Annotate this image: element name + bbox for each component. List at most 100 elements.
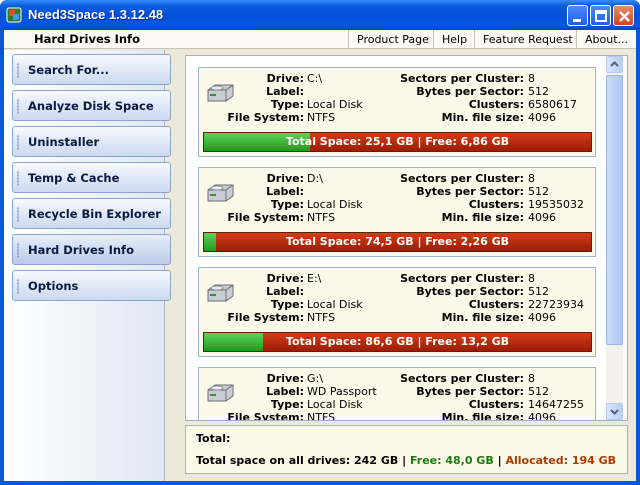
drive-type: Local Disk bbox=[307, 398, 363, 411]
space-usage-text: Total Space: 74,5 GB | Free: 2,26 GB bbox=[285, 235, 510, 248]
bytes-key: Bytes per Sector: bbox=[416, 385, 524, 398]
sidebar: Search For... Analyze Disk Space Uninsta… bbox=[4, 50, 171, 481]
menu-product-page[interactable]: Product Page bbox=[348, 30, 437, 49]
clusters-key: Clusters: bbox=[468, 298, 524, 311]
grip-icon bbox=[17, 63, 19, 78]
space-usage-text: Total Space: 86,6 GB | Free: 13,2 GB bbox=[285, 335, 510, 348]
bytes-key: Bytes per Sector: bbox=[416, 85, 524, 98]
sectors-key: Sectors per Cluster: bbox=[400, 372, 524, 385]
clusters-key: Clusters: bbox=[468, 98, 524, 111]
sidebar-item-analyze-disk-space[interactable]: Analyze Disk Space bbox=[12, 90, 171, 121]
type-key: Type: bbox=[270, 298, 304, 311]
sidebar-item-temp-cache[interactable]: Temp & Cache bbox=[12, 162, 171, 193]
clusters-value: 19535032 bbox=[528, 198, 584, 211]
grip-icon bbox=[17, 279, 19, 294]
menu-about[interactable]: About... bbox=[576, 30, 636, 49]
client-area: Hard Drives Info Product Page Help Featu… bbox=[4, 30, 636, 481]
minsize-key: Min. file size: bbox=[441, 411, 524, 421]
space-usage-bar: Total Space: 86,6 GB | Free: 13,2 GB bbox=[203, 332, 592, 352]
bytes-key: Bytes per Sector: bbox=[416, 285, 524, 298]
sidebar-item-options[interactable]: Options bbox=[12, 270, 171, 301]
type-key: Type: bbox=[270, 198, 304, 211]
minsize-value: 4096 bbox=[528, 311, 556, 324]
drive-filesystem: NTFS bbox=[307, 111, 336, 124]
minsize-key: Min. file size: bbox=[441, 311, 524, 324]
grip-icon bbox=[17, 207, 19, 222]
clusters-value: 14647255 bbox=[528, 398, 584, 411]
drive-label-key: Drive: bbox=[266, 372, 304, 385]
sidebar-item-search[interactable]: Search For... bbox=[12, 54, 171, 85]
title-bar[interactable]: Need3Space 1.3.12.48 bbox=[0, 0, 640, 30]
minsize-value: 4096 bbox=[528, 211, 556, 224]
drive-card: Drive: G:\ Label: WD Passport Type: Loca… bbox=[198, 367, 596, 421]
sidebar-item-label: Temp & Cache bbox=[28, 171, 120, 185]
drive-letter: D:\ bbox=[307, 172, 323, 185]
clusters-key: Clusters: bbox=[468, 198, 524, 211]
type-key: Type: bbox=[270, 398, 304, 411]
drive-filesystem: NTFS bbox=[307, 311, 336, 324]
minsize-value: 4096 bbox=[528, 411, 556, 421]
total-space-text: Total space on all drives: 242 GB bbox=[196, 454, 399, 467]
hard-drive-icon bbox=[207, 184, 234, 202]
sectors-value: 8 bbox=[528, 372, 535, 385]
sidebar-item-recycle-bin-explorer[interactable]: Recycle Bin Explorer bbox=[12, 198, 171, 229]
filesystem-key: File System: bbox=[227, 411, 304, 421]
filesystem-key: File System: bbox=[227, 111, 304, 124]
scroll-up-button[interactable] bbox=[606, 56, 623, 73]
bytes-value: 512 bbox=[528, 85, 549, 98]
scroll-thumb[interactable] bbox=[606, 75, 623, 345]
grip-icon bbox=[17, 99, 19, 114]
label-key: Label: bbox=[266, 285, 304, 298]
drive-letter: G:\ bbox=[307, 372, 323, 385]
close-button[interactable] bbox=[613, 5, 634, 26]
drive-type: Local Disk bbox=[307, 298, 363, 311]
clusters-value: 6580617 bbox=[528, 98, 577, 111]
hard-drive-icon bbox=[207, 84, 234, 102]
sectors-value: 8 bbox=[528, 72, 535, 85]
type-key: Type: bbox=[270, 98, 304, 111]
bytes-value: 512 bbox=[528, 285, 549, 298]
minsize-key: Min. file size: bbox=[441, 111, 524, 124]
minimize-icon bbox=[573, 19, 581, 22]
hard-drive-icon bbox=[207, 384, 234, 402]
drives-list: Drive: C:\ Label: Type: Local Disk File … bbox=[185, 55, 628, 421]
sectors-value: 8 bbox=[528, 272, 535, 285]
bytes-value: 512 bbox=[528, 385, 549, 398]
window-title: Need3Space 1.3.12.48 bbox=[28, 7, 164, 22]
menu-feature-request[interactable]: Feature Request bbox=[474, 30, 581, 49]
drive-letter: E:\ bbox=[307, 272, 322, 285]
menu-help[interactable]: Help bbox=[433, 30, 475, 49]
grip-icon bbox=[17, 243, 19, 258]
minimize-button[interactable] bbox=[567, 5, 588, 26]
drive-label-key: Drive: bbox=[266, 272, 304, 285]
sidebar-item-label: Analyze Disk Space bbox=[28, 99, 154, 113]
sidebar-item-label: Hard Drives Info bbox=[28, 243, 134, 257]
vertical-scrollbar[interactable] bbox=[606, 56, 623, 420]
space-usage-bar: Total Space: 25,1 GB | Free: 6,86 GB bbox=[203, 132, 592, 152]
filesystem-key: File System: bbox=[227, 311, 304, 324]
scroll-down-button[interactable] bbox=[606, 403, 623, 420]
maximize-button[interactable] bbox=[590, 5, 611, 26]
allocated-space-text: Allocated: 194 GB bbox=[505, 454, 617, 467]
drive-letter: C:\ bbox=[307, 72, 323, 85]
hard-drive-icon bbox=[207, 284, 234, 302]
sectors-key: Sectors per Cluster: bbox=[400, 172, 524, 185]
sidebar-item-label: Search For... bbox=[28, 63, 109, 77]
drive-label-key: Drive: bbox=[266, 172, 304, 185]
sectors-key: Sectors per Cluster: bbox=[400, 272, 524, 285]
scroll-down-icon bbox=[610, 409, 619, 415]
sidebar-item-hard-drives-info[interactable]: Hard Drives Info bbox=[12, 234, 171, 265]
free-space-text: Free: 48,0 GB bbox=[409, 454, 494, 467]
sidebar-item-label: Uninstaller bbox=[28, 135, 100, 149]
sectors-key: Sectors per Cluster: bbox=[400, 72, 524, 85]
label-key: Label: bbox=[266, 385, 304, 398]
grip-icon bbox=[17, 135, 19, 150]
sidebar-item-uninstaller[interactable]: Uninstaller bbox=[12, 126, 171, 157]
sidebar-item-label: Options bbox=[28, 279, 79, 293]
sectors-value: 8 bbox=[528, 172, 535, 185]
drive-filesystem: NTFS bbox=[307, 211, 336, 224]
maximize-icon bbox=[595, 10, 607, 22]
label-key: Label: bbox=[266, 85, 304, 98]
minsize-value: 4096 bbox=[528, 111, 556, 124]
close-icon bbox=[619, 11, 630, 22]
